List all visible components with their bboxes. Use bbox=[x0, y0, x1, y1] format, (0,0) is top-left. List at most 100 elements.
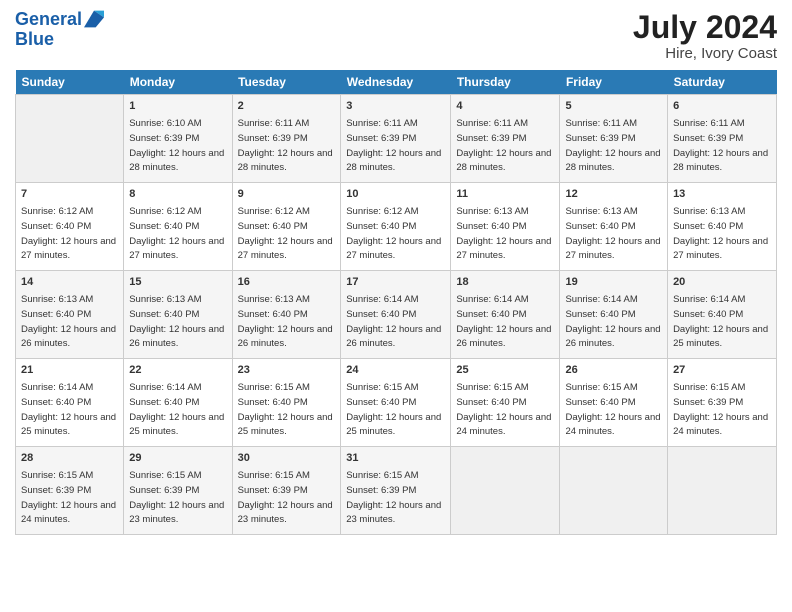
col-wednesday: Wednesday bbox=[341, 70, 451, 95]
logo-text: General bbox=[15, 10, 82, 30]
day-number: 2 bbox=[238, 99, 336, 114]
table-row: 1 Sunrise: 6:10 AM Sunset: 6:39 PM Dayli… bbox=[124, 95, 232, 183]
sunset-text: Sunset: 6:40 PM bbox=[21, 397, 91, 408]
day-number: 6 bbox=[673, 99, 771, 114]
table-row bbox=[560, 447, 668, 535]
table-row: 31 Sunrise: 6:15 AM Sunset: 6:39 PM Dayl… bbox=[341, 447, 451, 535]
daylight-text: Daylight: 12 hours and 25 minutes. bbox=[346, 412, 441, 438]
sunrise-text: Sunrise: 6:11 AM bbox=[346, 118, 418, 129]
sunset-text: Sunset: 6:39 PM bbox=[21, 485, 91, 496]
col-tuesday: Tuesday bbox=[232, 70, 341, 95]
table-row bbox=[451, 447, 560, 535]
daylight-text: Daylight: 12 hours and 26 minutes. bbox=[565, 324, 660, 350]
sunrise-text: Sunrise: 6:15 AM bbox=[565, 382, 637, 393]
header: General Blue July 2024 Hire, Ivory Coast bbox=[15, 10, 777, 62]
sunset-text: Sunset: 6:40 PM bbox=[456, 397, 526, 408]
sunrise-text: Sunrise: 6:13 AM bbox=[456, 206, 528, 217]
table-row: 28 Sunrise: 6:15 AM Sunset: 6:39 PM Dayl… bbox=[16, 447, 124, 535]
sunset-text: Sunset: 6:40 PM bbox=[238, 309, 308, 320]
daylight-text: Daylight: 12 hours and 26 minutes. bbox=[238, 324, 333, 350]
calendar-week-row: 28 Sunrise: 6:15 AM Sunset: 6:39 PM Dayl… bbox=[16, 447, 777, 535]
month-year: July 2024 bbox=[633, 10, 777, 45]
table-row bbox=[16, 95, 124, 183]
sunset-text: Sunset: 6:40 PM bbox=[565, 221, 635, 232]
table-row: 20 Sunrise: 6:14 AM Sunset: 6:40 PM Dayl… bbox=[668, 271, 777, 359]
day-number: 26 bbox=[565, 363, 662, 378]
daylight-text: Daylight: 12 hours and 24 minutes. bbox=[21, 500, 116, 526]
daylight-text: Daylight: 12 hours and 27 minutes. bbox=[129, 236, 224, 262]
daylight-text: Daylight: 12 hours and 24 minutes. bbox=[673, 412, 768, 438]
table-row: 5 Sunrise: 6:11 AM Sunset: 6:39 PM Dayli… bbox=[560, 95, 668, 183]
day-number: 19 bbox=[565, 275, 662, 290]
daylight-text: Daylight: 12 hours and 26 minutes. bbox=[129, 324, 224, 350]
calendar-week-row: 21 Sunrise: 6:14 AM Sunset: 6:40 PM Dayl… bbox=[16, 359, 777, 447]
table-row: 4 Sunrise: 6:11 AM Sunset: 6:39 PM Dayli… bbox=[451, 95, 560, 183]
col-sunday: Sunday bbox=[16, 70, 124, 95]
daylight-text: Daylight: 12 hours and 27 minutes. bbox=[673, 236, 768, 262]
sunrise-text: Sunrise: 6:11 AM bbox=[456, 118, 528, 129]
day-number: 13 bbox=[673, 187, 771, 202]
calendar-week-row: 14 Sunrise: 6:13 AM Sunset: 6:40 PM Dayl… bbox=[16, 271, 777, 359]
sunrise-text: Sunrise: 6:15 AM bbox=[346, 382, 418, 393]
sunset-text: Sunset: 6:40 PM bbox=[673, 221, 743, 232]
daylight-text: Daylight: 12 hours and 24 minutes. bbox=[456, 412, 551, 438]
sunrise-text: Sunrise: 6:14 AM bbox=[673, 294, 745, 305]
sunrise-text: Sunrise: 6:11 AM bbox=[238, 118, 310, 129]
sunset-text: Sunset: 6:39 PM bbox=[129, 485, 199, 496]
table-row: 21 Sunrise: 6:14 AM Sunset: 6:40 PM Dayl… bbox=[16, 359, 124, 447]
sunset-text: Sunset: 6:40 PM bbox=[238, 221, 308, 232]
table-row: 2 Sunrise: 6:11 AM Sunset: 6:39 PM Dayli… bbox=[232, 95, 341, 183]
sunrise-text: Sunrise: 6:12 AM bbox=[346, 206, 418, 217]
table-row: 3 Sunrise: 6:11 AM Sunset: 6:39 PM Dayli… bbox=[341, 95, 451, 183]
sunset-text: Sunset: 6:39 PM bbox=[673, 133, 743, 144]
daylight-text: Daylight: 12 hours and 25 minutes. bbox=[129, 412, 224, 438]
day-number: 29 bbox=[129, 451, 226, 466]
sunset-text: Sunset: 6:39 PM bbox=[456, 133, 526, 144]
sunset-text: Sunset: 6:39 PM bbox=[346, 133, 416, 144]
sunrise-text: Sunrise: 6:13 AM bbox=[565, 206, 637, 217]
day-number: 14 bbox=[21, 275, 118, 290]
day-number: 8 bbox=[129, 187, 226, 202]
sunrise-text: Sunrise: 6:15 AM bbox=[673, 382, 745, 393]
table-row: 17 Sunrise: 6:14 AM Sunset: 6:40 PM Dayl… bbox=[341, 271, 451, 359]
daylight-text: Daylight: 12 hours and 27 minutes. bbox=[456, 236, 551, 262]
daylight-text: Daylight: 12 hours and 28 minutes. bbox=[565, 148, 660, 174]
day-number: 11 bbox=[456, 187, 554, 202]
table-row: 25 Sunrise: 6:15 AM Sunset: 6:40 PM Dayl… bbox=[451, 359, 560, 447]
calendar-week-row: 1 Sunrise: 6:10 AM Sunset: 6:39 PM Dayli… bbox=[16, 95, 777, 183]
day-number: 4 bbox=[456, 99, 554, 114]
sunset-text: Sunset: 6:40 PM bbox=[21, 221, 91, 232]
location: Hire, Ivory Coast bbox=[633, 45, 777, 62]
day-number: 10 bbox=[346, 187, 445, 202]
table-row: 12 Sunrise: 6:13 AM Sunset: 6:40 PM Dayl… bbox=[560, 183, 668, 271]
day-number: 22 bbox=[129, 363, 226, 378]
title-block: July 2024 Hire, Ivory Coast bbox=[633, 10, 777, 62]
daylight-text: Daylight: 12 hours and 27 minutes. bbox=[238, 236, 333, 262]
sunrise-text: Sunrise: 6:10 AM bbox=[129, 118, 201, 129]
daylight-text: Daylight: 12 hours and 28 minutes. bbox=[129, 148, 224, 174]
sunrise-text: Sunrise: 6:14 AM bbox=[456, 294, 528, 305]
sunrise-text: Sunrise: 6:15 AM bbox=[21, 470, 93, 481]
day-number: 24 bbox=[346, 363, 445, 378]
sunrise-text: Sunrise: 6:13 AM bbox=[21, 294, 93, 305]
day-number: 31 bbox=[346, 451, 445, 466]
day-number: 17 bbox=[346, 275, 445, 290]
daylight-text: Daylight: 12 hours and 26 minutes. bbox=[346, 324, 441, 350]
logo-icon bbox=[84, 9, 104, 29]
daylight-text: Daylight: 12 hours and 24 minutes. bbox=[565, 412, 660, 438]
table-row: 11 Sunrise: 6:13 AM Sunset: 6:40 PM Dayl… bbox=[451, 183, 560, 271]
sunset-text: Sunset: 6:40 PM bbox=[21, 309, 91, 320]
table-row: 23 Sunrise: 6:15 AM Sunset: 6:40 PM Dayl… bbox=[232, 359, 341, 447]
sunrise-text: Sunrise: 6:11 AM bbox=[673, 118, 745, 129]
daylight-text: Daylight: 12 hours and 25 minutes. bbox=[673, 324, 768, 350]
sunset-text: Sunset: 6:40 PM bbox=[346, 397, 416, 408]
sunset-text: Sunset: 6:39 PM bbox=[238, 485, 308, 496]
day-number: 18 bbox=[456, 275, 554, 290]
daylight-text: Daylight: 12 hours and 27 minutes. bbox=[565, 236, 660, 262]
calendar-header-row: Sunday Monday Tuesday Wednesday Thursday… bbox=[16, 70, 777, 95]
col-monday: Monday bbox=[124, 70, 232, 95]
calendar-week-row: 7 Sunrise: 6:12 AM Sunset: 6:40 PM Dayli… bbox=[16, 183, 777, 271]
sunset-text: Sunset: 6:40 PM bbox=[129, 309, 199, 320]
daylight-text: Daylight: 12 hours and 23 minutes. bbox=[238, 500, 333, 526]
calendar-page: General Blue July 2024 Hire, Ivory Coast… bbox=[0, 0, 792, 612]
